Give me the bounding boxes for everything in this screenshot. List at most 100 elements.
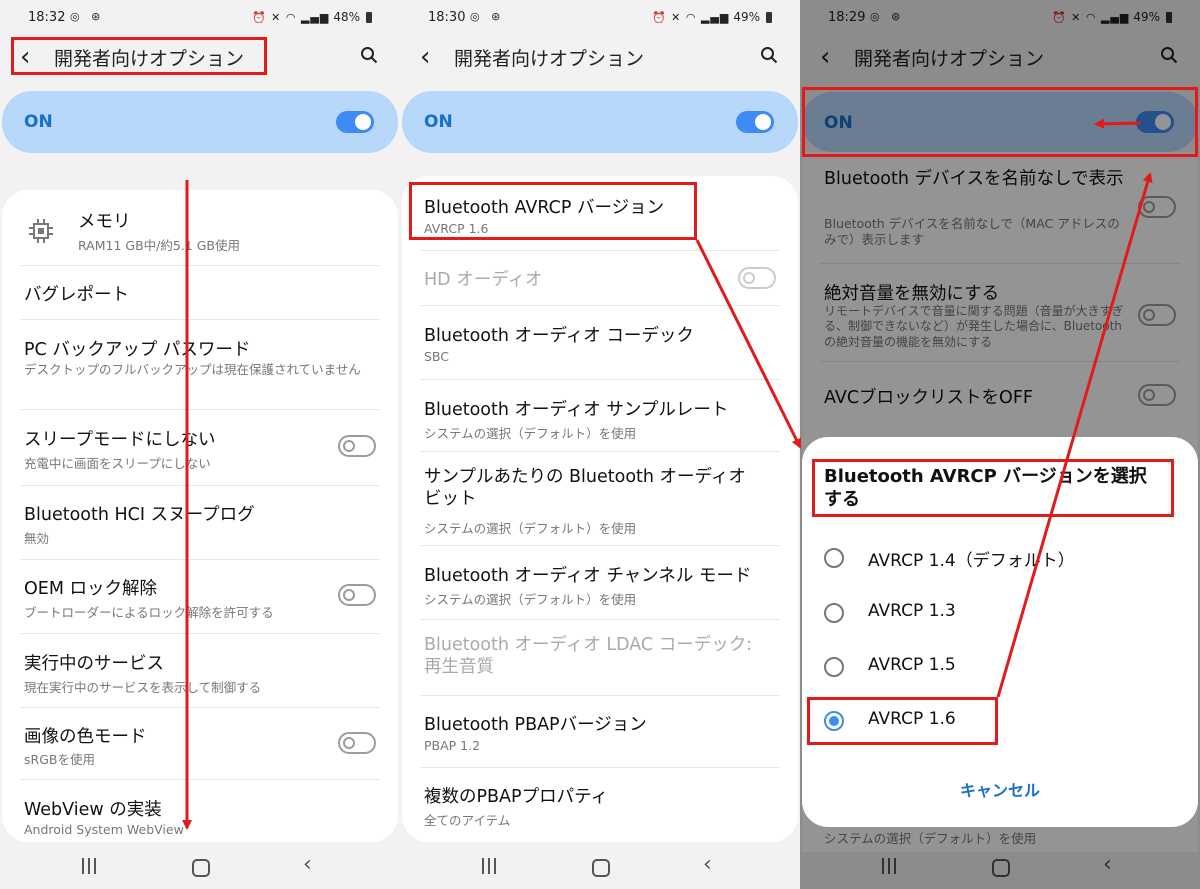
radio-selected-icon[interactable] <box>824 711 844 731</box>
list-item-bluetooth-channel-mode[interactable]: Bluetooth オーディオ チャンネル モード システムの選択（デフォルト）… <box>402 546 798 620</box>
notification-icons: ◎ ⊛ <box>470 10 505 23</box>
row-title: HD オーディオ <box>424 270 543 290</box>
oem-unlock-toggle[interactable] <box>338 584 376 606</box>
page-title: 開発者向けオプション <box>54 48 245 70</box>
list-item-bug-report[interactable]: バグレポート <box>2 266 398 320</box>
color-mode-toggle[interactable] <box>338 732 376 754</box>
row-title: Bluetooth オーディオ コーデック <box>424 326 694 346</box>
notification-icons: ◎ ⊛ <box>70 10 105 23</box>
nav-back-icon[interactable]: ‹ <box>303 852 312 877</box>
list-item-memory[interactable]: メモリ RAM11 GB中/約5.1 GB使用 <box>2 190 398 266</box>
row-subtitle: 全てのアイテム <box>424 813 511 828</box>
row-title: サンプルあたりの Bluetooth オーディオ ビット <box>424 467 746 510</box>
stay-awake-toggle[interactable] <box>338 435 376 457</box>
radio-icon[interactable] <box>824 548 844 568</box>
row-subtitle: 無効 <box>24 531 50 546</box>
list-item-bluetooth-bits-per-sample[interactable]: サンプルあたりの Bluetooth オーディオ ビット システムの選択（デフォ… <box>402 452 798 546</box>
list-item-bluetooth-avrcp-version[interactable]: Bluetooth AVRCP バージョン AVRCP 1.6 <box>402 176 798 250</box>
list-item-multiple-pbap-properties[interactable]: 複数のPBAPプロパティ 全てのアイテム <box>402 768 798 842</box>
battery-icon <box>766 11 772 23</box>
recent-apps-icon[interactable] <box>80 858 98 874</box>
option-avrcp-1-4[interactable]: AVRCP 1.4（デフォルト） <box>802 538 1198 578</box>
phone-screen-3: 18:29 ◎ ⊛ ⏰ ✕ ◠ ▂▄▆ 49% ‹ 開発者向けオプション ON … <box>800 0 1200 889</box>
search-icon[interactable] <box>760 46 778 64</box>
on-label: ON <box>424 112 453 132</box>
row-title: Bluetooth オーディオ LDAC コーデック: 再生音質 <box>424 635 753 678</box>
search-icon[interactable] <box>360 46 378 64</box>
memory-chip-icon <box>29 219 53 243</box>
recent-apps-icon[interactable] <box>480 858 498 874</box>
row-title: スリープモードにしない <box>24 430 216 450</box>
row-title: Bluetooth HCI スヌープログ <box>24 505 255 525</box>
navigation-bar: ‹ <box>0 846 400 889</box>
developer-options-master-switch[interactable]: ON <box>402 91 798 153</box>
phone-screen-1: 18:32 ◎ ⊛ ⏰ ✕ ◠ ▂▄▆ 48% ‹ 開発者向けオプション ON <box>0 0 400 889</box>
master-toggle[interactable] <box>736 111 774 133</box>
row-subtitle: sRGBを使用 <box>24 752 95 767</box>
app-bar: ‹ 開発者向けオプション <box>400 36 800 80</box>
nav-back-icon[interactable]: ‹ <box>703 852 712 877</box>
list-item-bluetooth-sample-rate[interactable]: Bluetooth オーディオ サンプルレート システムの選択（デフォルト）を使… <box>402 380 798 452</box>
row-subtitle: SBC <box>424 349 450 364</box>
row-title: Bluetooth オーディオ チャンネル モード <box>424 566 752 586</box>
home-icon[interactable] <box>592 859 610 877</box>
option-avrcp-1-6[interactable]: AVRCP 1.6 <box>802 701 1198 741</box>
page-title: 開発者向けオプション <box>454 48 645 70</box>
row-title: バグレポート <box>24 285 129 305</box>
settings-list: Bluetooth AVRCP バージョン AVRCP 1.6 HD オーディオ… <box>402 176 798 842</box>
list-item-pc-backup-password[interactable]: PC バックアップ パスワード デスクトップのフルバックアップは現在保護されてい… <box>2 320 398 410</box>
list-item-bluetooth-hci-snoop-log[interactable]: Bluetooth HCI スヌープログ 無効 <box>2 486 398 560</box>
phone-screen-2: 18:30 ◎ ⊛ ⏰ ✕ ◠ ▂▄▆ 49% ‹ 開発者向けオプション ON … <box>400 0 800 889</box>
row-subtitle: PBAP 1.2 <box>424 738 481 753</box>
settings-list: メモリ RAM11 GB中/約5.1 GB使用 バグレポート PC バックアップ… <box>2 190 398 842</box>
list-item-hd-audio[interactable]: HD オーディオ <box>402 251 798 305</box>
list-item-stay-awake[interactable]: スリープモードにしない 充電中に画面をスリープにしない <box>2 410 398 486</box>
home-icon[interactable] <box>192 859 210 877</box>
status-bar: 18:32 ◎ ⊛ ⏰ ✕ ◠ ▂▄▆ 48% <box>0 0 400 36</box>
dialog-title: Bluetooth AVRCP バージョンを選択する <box>824 466 1147 511</box>
list-item-bluetooth-pbap-version[interactable]: Bluetooth PBAPバージョン PBAP 1.2 <box>402 696 798 768</box>
system-status-icons: ⏰ ✕ ◠ ▂▄▆ <box>651 10 730 24</box>
row-title: 画像の色モード <box>24 727 147 747</box>
battery-icon <box>366 11 372 23</box>
list-item-bluetooth-ldac-quality[interactable]: Bluetooth オーディオ LDAC コーデック: 再生音質 <box>402 620 798 696</box>
row-title: OEM ロック解除 <box>24 579 157 599</box>
row-title: 複数のPBAPプロパティ <box>424 787 609 807</box>
radio-icon[interactable] <box>824 603 844 623</box>
row-subtitle: ブートローダーによるロック解除を許可する <box>24 605 274 620</box>
navigation-bar: ‹ <box>400 846 800 889</box>
option-avrcp-1-3[interactable]: AVRCP 1.3 <box>802 593 1198 633</box>
list-item-running-services[interactable]: 実行中のサービス 現在実行中のサービスを表示して制御する <box>2 634 398 708</box>
option-label: AVRCP 1.4（デフォルト） <box>868 551 1075 571</box>
list-item-oem-unlock[interactable]: OEM ロック解除 ブートローダーによるロック解除を許可する <box>2 560 398 634</box>
option-label: AVRCP 1.5 <box>868 655 956 675</box>
row-title: 実行中のサービス <box>24 654 164 674</box>
row-title: Bluetooth PBAPバージョン <box>424 715 647 735</box>
row-subtitle: 充電中に画面をスリープにしない <box>24 456 211 471</box>
list-item-webview-implementation[interactable]: WebView の実装 Android System WebView <box>2 780 398 842</box>
row-subtitle: 現在実行中のサービスを表示して制御する <box>24 680 262 695</box>
hd-audio-toggle[interactable] <box>738 267 776 289</box>
row-title: WebView の実装 <box>24 800 162 820</box>
row-subtitle: AVRCP 1.6 <box>424 221 489 236</box>
developer-options-master-switch[interactable]: ON <box>2 91 398 153</box>
back-icon[interactable]: ‹ <box>20 40 30 74</box>
avrcp-version-dialog: Bluetooth AVRCP バージョンを選択する AVRCP 1.4（デフォ… <box>802 437 1198 827</box>
cancel-button[interactable]: キャンセル <box>802 777 1198 801</box>
on-label: ON <box>24 112 53 132</box>
master-toggle[interactable] <box>336 111 374 133</box>
list-item-bluetooth-audio-codec[interactable]: Bluetooth オーディオ コーデック SBC <box>402 306 798 380</box>
row-title: メモリ <box>78 212 131 232</box>
option-avrcp-1-5[interactable]: AVRCP 1.5 <box>802 647 1198 687</box>
list-item-picture-color-mode[interactable]: 画像の色モード sRGBを使用 <box>2 708 398 780</box>
row-subtitle: システムの選択（デフォルト）を使用 <box>424 521 637 536</box>
back-icon[interactable]: ‹ <box>420 40 430 74</box>
battery-percent: 48% <box>333 10 360 24</box>
option-label: AVRCP 1.3 <box>868 601 956 621</box>
app-bar: ‹ 開発者向けオプション <box>0 36 400 80</box>
row-subtitle: デスクトップのフルバックアップは現在保護されていません <box>24 362 361 377</box>
radio-icon[interactable] <box>824 657 844 677</box>
status-bar: 18:30 ◎ ⊛ ⏰ ✕ ◠ ▂▄▆ 49% <box>400 0 800 36</box>
row-subtitle: システムの選択（デフォルト）を使用 <box>424 592 637 607</box>
system-status-icons: ⏰ ✕ ◠ ▂▄▆ <box>251 10 330 24</box>
